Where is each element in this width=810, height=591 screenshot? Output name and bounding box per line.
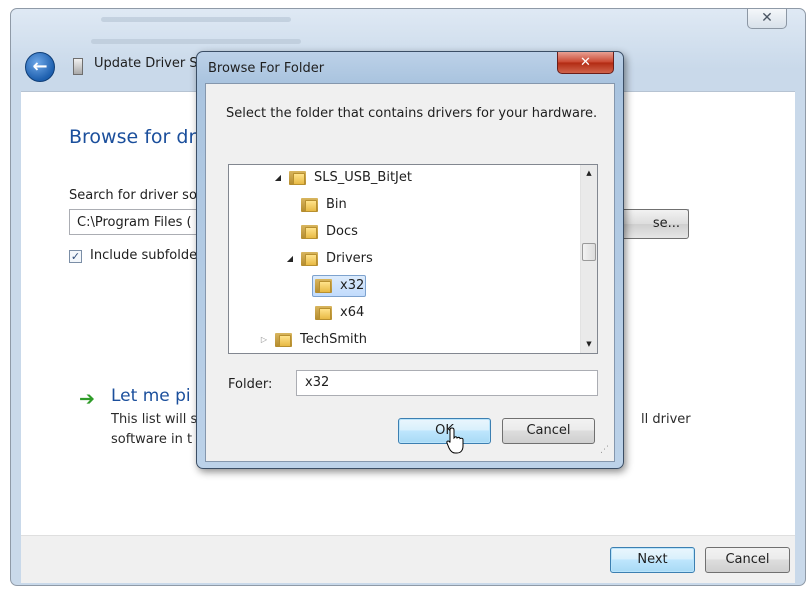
back-arrow-button[interactable]: ← <box>25 52 55 82</box>
let-me-pick-description: This list will s <box>111 412 198 427</box>
tree-item-bin[interactable]: Bin <box>229 194 569 216</box>
next-button[interactable]: Next <box>610 547 695 573</box>
tree-item-drivers[interactable]: ◢ Drivers <box>229 248 569 270</box>
folder-icon <box>289 170 307 185</box>
dialog-body: Select the folder that contains drivers … <box>205 83 615 462</box>
collapse-triangle-icon[interactable]: ◢ <box>273 167 283 189</box>
tree-item-label: Docs <box>326 224 358 239</box>
tree-item-label: Drivers <box>326 251 373 266</box>
page-heading: Browse for dri <box>69 126 202 148</box>
device-icon <box>73 58 83 75</box>
search-location-label: Search for driver so <box>69 188 197 203</box>
browse-for-folder-dialog: Browse For Folder ✕ Select the folder th… <box>196 51 624 469</box>
expand-triangle-icon[interactable]: ▷ <box>259 329 269 351</box>
blurred-background-text <box>91 39 301 44</box>
let-me-pick-link[interactable]: Let me pi <box>111 386 191 406</box>
collapse-triangle-icon[interactable]: ◢ <box>285 248 295 270</box>
folder-icon <box>275 332 293 347</box>
dialog-instruction: Select the folder that contains drivers … <box>226 106 598 121</box>
dialog-cancel-button[interactable]: Cancel <box>502 418 595 444</box>
close-window-button[interactable]: ✕ <box>747 9 787 29</box>
blurred-background-text <box>101 17 291 22</box>
folder-icon <box>301 224 319 239</box>
cancel-button[interactable]: Cancel <box>705 547 790 573</box>
folder-input[interactable]: x32 <box>296 370 598 396</box>
folder-label: Folder: <box>228 377 273 392</box>
close-icon: ✕ <box>761 10 773 26</box>
window-title: Update Driver S <box>94 56 198 71</box>
tree-item-sls-usb-bitjet[interactable]: ◢ SLS_USB_BitJet <box>229 167 569 189</box>
scroll-thumb[interactable] <box>582 243 596 261</box>
dialog-close-button[interactable]: ✕ <box>557 52 614 74</box>
tree-scrollbar[interactable]: ▲ ▼ <box>580 165 597 353</box>
close-icon: ✕ <box>580 55 591 70</box>
scroll-up-icon[interactable]: ▲ <box>581 165 597 182</box>
tree-item-label: x64 <box>340 305 365 320</box>
scroll-down-icon[interactable]: ▼ <box>581 336 597 353</box>
folder-icon <box>315 278 333 293</box>
mouse-cursor-icon <box>446 427 464 454</box>
let-me-pick-description: ll driver <box>641 412 691 427</box>
tree-item-label: TechSmith <box>300 332 367 347</box>
ok-button[interactable]: OK <box>398 418 491 444</box>
footer: Next Cancel <box>21 535 795 583</box>
resize-grip-icon[interactable]: ⋰ <box>600 446 612 459</box>
include-subfolders-label: Include subfolde <box>90 248 198 263</box>
folder-tree[interactable]: ◢ SLS_USB_BitJet Bin Docs ◢ Drivers x32 x64 ▷ Tec… <box>228 164 598 354</box>
tree-item-label: SLS_USB_BitJet <box>314 170 412 185</box>
include-subfolders-checkbox[interactable]: ✓ <box>69 250 82 263</box>
tree-item-label: Bin <box>326 197 347 212</box>
folder-icon <box>301 197 319 212</box>
tree-item-docs[interactable]: Docs <box>229 221 569 243</box>
tree-item-x64[interactable]: x64 <box>229 302 569 324</box>
folder-icon <box>301 251 319 266</box>
back-arrow-icon: ← <box>32 56 48 77</box>
tree-item-techsmith[interactable]: ▷ TechSmith <box>229 329 569 351</box>
dialog-title: Browse For Folder <box>208 61 325 76</box>
let-me-pick-description: software in t <box>111 432 193 447</box>
tree-item-label: x32 <box>340 278 365 293</box>
tree-item-x32[interactable]: x32 <box>229 275 569 297</box>
green-arrow-icon: ➔ <box>79 388 95 410</box>
folder-icon <box>315 305 333 320</box>
